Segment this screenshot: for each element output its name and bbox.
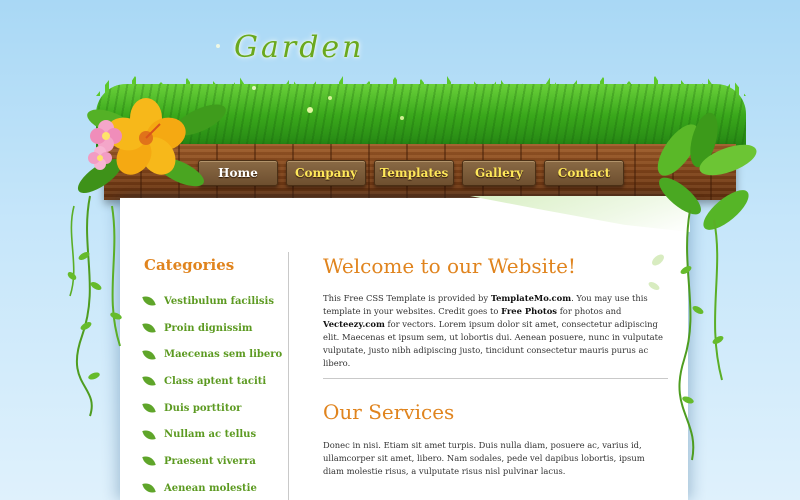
category-item[interactable]: Praesent viverra [142, 448, 284, 475]
sparkle [328, 96, 332, 100]
big-leaf [703, 190, 749, 230]
services-heading: Our Services [323, 400, 455, 424]
services-paragraph: Donec in nisi. Etiam sit amet turpis. Du… [323, 440, 645, 476]
vine-leaf [88, 372, 100, 380]
nav-gallery[interactable]: Gallery [462, 160, 536, 186]
sidebar-divider [288, 252, 289, 500]
leaf-icon [142, 480, 156, 496]
vine-leaf [110, 312, 122, 320]
vine-leaf [648, 282, 660, 290]
vine [75, 195, 93, 417]
nav-company[interactable]: Company [286, 160, 366, 186]
vine [678, 209, 695, 461]
main-nav: Home Company Templates Gallery Contact [198, 160, 624, 186]
big-leaf [659, 177, 701, 215]
section-divider [323, 378, 668, 379]
vine-leaf [652, 254, 664, 266]
intro-text: for photos and [557, 306, 622, 316]
nav-templates[interactable]: Templates [374, 160, 454, 186]
vine [713, 219, 723, 381]
vine-leaf [682, 396, 694, 404]
sparkle [216, 44, 220, 48]
welcome-heading: Welcome to our Website! [323, 254, 576, 278]
flower-center [102, 132, 110, 140]
vine [111, 205, 121, 347]
free-photos-link[interactable]: Free Photos [501, 306, 557, 316]
sparkle [400, 116, 404, 120]
category-label: Praesent viverra [164, 455, 256, 467]
templatemo-link[interactable]: TemplateMo.com [491, 293, 571, 303]
category-label: Aenean molestie [164, 482, 257, 494]
right-plant-decoration [648, 112, 757, 461]
vine-leaf [680, 266, 692, 274]
vine-leaf [712, 336, 724, 344]
left-flower-decoration [67, 98, 226, 417]
category-item[interactable]: Aenean molestie [142, 475, 284, 500]
vine-leaf [692, 306, 704, 314]
vine-leaf [67, 272, 77, 280]
nav-contact[interactable]: Contact [544, 160, 624, 186]
welcome-paragraph: This Free CSS Template is provided by Te… [323, 292, 671, 370]
vine-leaf [90, 282, 102, 290]
leaf-icon [142, 454, 156, 469]
category-label: Nullam ac tellus [164, 429, 257, 441]
sparkle [307, 107, 313, 113]
intro-text: This Free CSS Template is provided by [323, 293, 491, 303]
vine [69, 205, 75, 297]
leaf-icon [142, 427, 156, 443]
flower-center [97, 155, 103, 161]
vecteezy-link[interactable]: Vecteezy.com [323, 319, 385, 329]
